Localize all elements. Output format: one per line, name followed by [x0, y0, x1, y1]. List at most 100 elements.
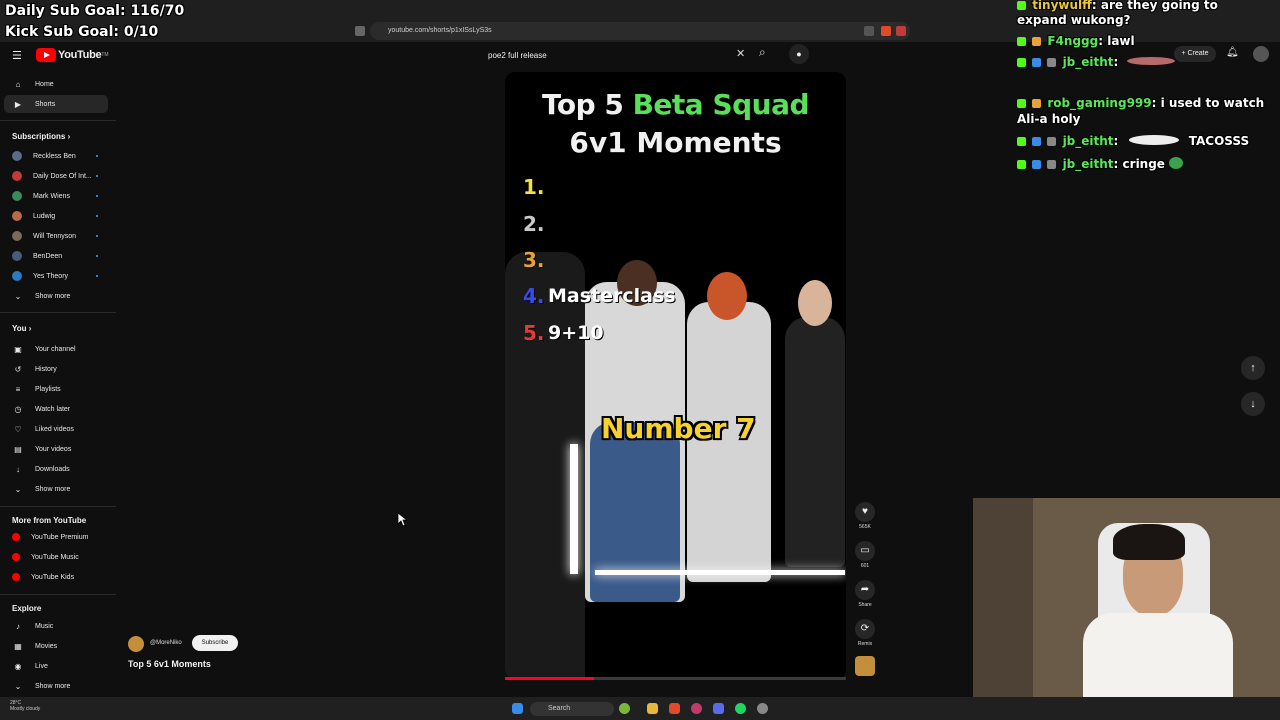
sidebar-item-youtube-music[interactable]: YouTube Music — [4, 548, 108, 566]
youtube-music-icon — [12, 553, 20, 561]
channel-avatar — [12, 151, 22, 161]
sidebar-subscription-item[interactable]: Daily Dose Of Int... — [4, 167, 108, 185]
rank-number: 2. — [523, 212, 545, 236]
channel-avatar — [12, 251, 22, 261]
sidebar-item-downloads[interactable]: ↓ Downloads — [4, 460, 108, 478]
youtube-kids-icon — [12, 573, 20, 581]
mod-badge-icon — [1047, 137, 1057, 146]
comments-button[interactable]: ▭ 601 — [855, 541, 875, 569]
webcam-feed — [973, 498, 1280, 720]
search-box — [480, 44, 764, 66]
brave-shield-icon[interactable] — [881, 26, 891, 36]
youtube-logo[interactable]: YouTube TM — [36, 47, 109, 63]
weather-widget[interactable]: 28°C Mostly cloudy — [10, 700, 40, 712]
remix-button[interactable]: ⟳ Remix — [855, 619, 875, 647]
sidebar-item-watch-later[interactable]: ◷ Watch later — [4, 400, 108, 418]
sidebar-item-shorts[interactable]: ▶ Shorts — [4, 95, 108, 113]
widget-icon[interactable] — [619, 703, 630, 714]
search-input[interactable] — [480, 44, 764, 66]
sidebar-subscription-item[interactable]: BenDeen — [4, 247, 108, 265]
discord-icon[interactable] — [713, 703, 724, 714]
kick-badge-icon — [1017, 99, 1026, 108]
clear-search-icon[interactable]: ✕ — [736, 47, 745, 60]
subscriptions-title[interactable]: Subscriptions › — [12, 132, 70, 141]
sidebar-item-live[interactable]: ◉ Live — [4, 657, 108, 675]
app-icon[interactable] — [691, 703, 702, 714]
sidebar-item-liked-videos[interactable]: ♡ Liked videos — [4, 420, 108, 438]
channel-handle[interactable]: @MoreNiko — [150, 640, 182, 646]
video-icon: ▤ — [14, 444, 22, 454]
chevron-down-icon: ⌄ — [14, 484, 22, 494]
sidebar-subscription-item[interactable]: Ludwig — [4, 207, 108, 225]
video-figure — [785, 317, 845, 567]
you-title[interactable]: You › — [12, 324, 31, 333]
settings-icon[interactable] — [757, 703, 768, 714]
search-icon[interactable]: ⌕ — [759, 45, 766, 60]
next-short-button[interactable]: ↓ — [1241, 392, 1265, 416]
new-content-dot — [96, 215, 98, 217]
taskbar — [0, 697, 1280, 720]
sub-badge-icon — [1032, 137, 1042, 146]
emote-icon — [1126, 57, 1175, 65]
share-button[interactable]: ➦ Share — [855, 580, 875, 608]
chat-message: expand wukong? — [1017, 13, 1131, 27]
channel-avatar — [12, 191, 22, 201]
sidebar-subscription-item[interactable]: Will Tennyson — [4, 227, 108, 245]
sub-badge-icon — [1032, 37, 1042, 46]
sidebar-item-music[interactable]: ♪ Music — [4, 617, 108, 635]
subscribe-button[interactable]: Subscribe — [192, 635, 238, 651]
sidebar-item-youtube-kids[interactable]: YouTube Kids — [4, 568, 108, 586]
short-title-top: Top 5 Beta Squad — [541, 88, 810, 121]
new-content-dot — [96, 195, 98, 197]
brave-browser-icon[interactable] — [669, 703, 680, 714]
sidebar-item-youtube-premium[interactable]: YouTube Premium — [4, 528, 108, 546]
chat-message: jb_eitht: — [1017, 55, 1175, 69]
channel-avatar[interactable] — [128, 636, 144, 652]
sidebar-item-your-videos[interactable]: ▤ Your videos — [4, 440, 108, 458]
spotify-icon[interactable] — [735, 703, 746, 714]
kick-sub-goal: Kick Sub Goal: 0/10 — [5, 24, 159, 40]
sidebar-item-history[interactable]: ↺ History — [4, 360, 108, 378]
share-label: Share — [858, 602, 872, 608]
live-icon: ◉ — [14, 661, 22, 671]
sidebar-item-your-channel[interactable]: ▣ Your channel — [4, 340, 108, 358]
kick-badge-icon — [1017, 137, 1026, 146]
bookmark-icon[interactable] — [355, 26, 365, 36]
rewards-icon[interactable] — [896, 26, 906, 36]
show-more-you[interactable]: ⌄ Show more — [4, 480, 108, 498]
sidebar-subscription-item[interactable]: Reckless Ben — [4, 147, 108, 165]
mic-icon[interactable]: ● — [789, 44, 809, 64]
sidebar-subscription-item[interactable]: Yes Theory — [4, 267, 108, 285]
channel-avatar — [12, 271, 22, 281]
webcam-wall — [973, 498, 1033, 720]
sidebar-subscription-item[interactable]: Mark Wiens — [4, 187, 108, 205]
menu-icon[interactable]: ☰ — [12, 49, 22, 62]
shorts-icon: ▶ — [14, 99, 22, 109]
video-progress-bar[interactable] — [505, 677, 846, 680]
caption-text: Number 7 — [601, 412, 756, 445]
like-button[interactable]: ♥ 565K — [855, 502, 875, 530]
previous-short-button[interactable]: ↑ — [1241, 356, 1265, 380]
short-video-player[interactable]: Top 5 Beta Squad 6v1 Moments 1. 2. 3. 4.… — [505, 72, 846, 679]
like-count: 565K — [859, 524, 871, 530]
new-content-dot — [96, 255, 98, 257]
chat-message: jb_eitht: TACOSSS — [1017, 134, 1249, 148]
clock-icon: ◷ — [14, 404, 22, 414]
file-explorer-icon[interactable] — [647, 703, 658, 714]
sidebar-item-home[interactable]: ⌂ Home — [4, 75, 108, 93]
address-bar[interactable]: youtube.com/shorts/p1xISsLyS3s — [370, 22, 910, 40]
sidebar-item-label: Ludwig — [33, 212, 56, 220]
show-more-explore[interactable]: ⌄ Show more — [4, 677, 108, 695]
sidebar-item-movies[interactable]: ▦ Movies — [4, 637, 108, 655]
audio-thumbnail[interactable] — [855, 656, 875, 676]
cast-icon[interactable] — [864, 26, 874, 36]
taskbar-search[interactable]: Search — [530, 702, 614, 716]
show-more-subscriptions[interactable]: ⌄ Show more — [4, 287, 108, 305]
divider — [0, 594, 116, 595]
history-icon: ↺ — [14, 364, 22, 374]
windows-start-icon[interactable] — [512, 703, 523, 714]
sidebar: ⌂ Home ▶ Shorts Subscriptions › Reckless… — [0, 72, 118, 720]
sidebar-item-playlists[interactable]: ≡ Playlists — [4, 380, 108, 398]
comment-count: 601 — [860, 563, 870, 569]
chat-message: Ali-a holy — [1017, 112, 1081, 126]
